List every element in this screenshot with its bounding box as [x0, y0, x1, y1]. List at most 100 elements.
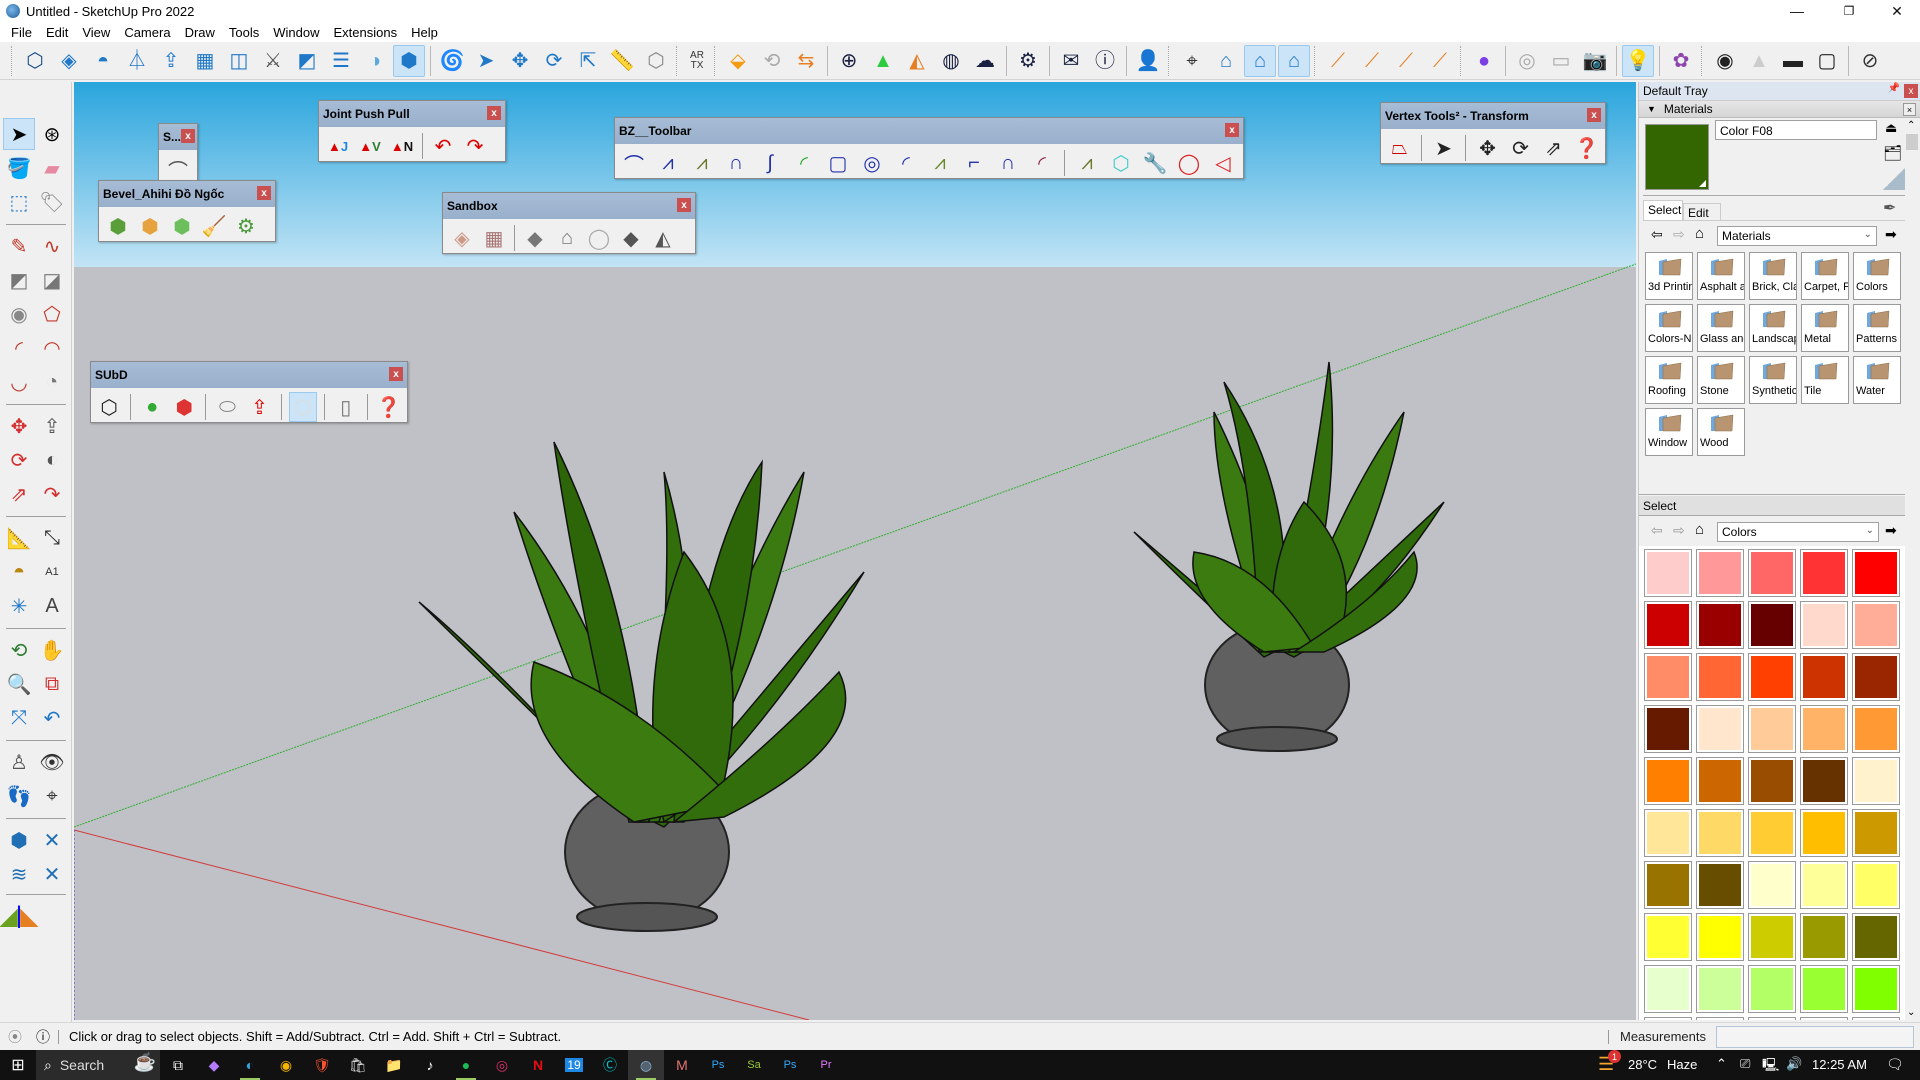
orbit-target-icon[interactable]: ⌖: [1176, 45, 1208, 77]
bevel-settings-cube-icon[interactable]: ⬢: [135, 211, 165, 241]
ruler-icon[interactable]: 📏: [606, 45, 638, 77]
rectangle-icon[interactable]: ◩: [3, 264, 35, 296]
chrome-icon[interactable]: ◉: [268, 1050, 304, 1080]
add-circle-icon[interactable]: ⊕: [833, 45, 865, 77]
subd-smooth-icon[interactable]: ⬡: [288, 392, 317, 422]
viewport-3d[interactable]: S... x ⌒ Bevel_Ahihi Đồ Ngốc x ⬢ ⬢ ⬢ 🧹 ⚙ J…: [74, 82, 1636, 1020]
material-name-input[interactable]: Color F08: [1715, 120, 1877, 140]
color-swatch[interactable]: [1748, 861, 1796, 909]
toolbar-header[interactable]: Vertex Tools² - Transform x: [1381, 103, 1605, 129]
color-swatch[interactable]: [1696, 601, 1744, 649]
walk-footprints-icon[interactable]: 👣: [3, 780, 35, 812]
toolbar-header[interactable]: Bevel_Ahihi Đồ Ngốc x: [99, 181, 275, 207]
zoom-window-icon[interactable]: ⧉: [36, 668, 68, 700]
default-material-icon[interactable]: [1883, 168, 1905, 190]
flip-edge-icon[interactable]: ◭: [648, 223, 678, 253]
color-swatch[interactable]: [1748, 809, 1796, 857]
orbit-select-icon[interactable]: ⊛: [36, 118, 68, 150]
color-swatch[interactable]: [1748, 601, 1796, 649]
tab-select[interactable]: Select: [1643, 200, 1683, 220]
material-folder[interactable]: Colors-Ni: [1645, 304, 1693, 352]
menu-help[interactable]: Help: [404, 25, 445, 40]
polyline-segmentor-icon[interactable]: ⩘: [687, 148, 717, 178]
tray-close-icon[interactable]: x: [1904, 84, 1918, 98]
color-swatch[interactable]: [1852, 705, 1900, 753]
house-blue-icon[interactable]: ⌂: [1244, 44, 1276, 77]
circle-icon[interactable]: ◉: [3, 298, 35, 330]
weather-condition[interactable]: Haze: [1667, 1057, 1697, 1072]
point-light-icon[interactable]: ◉: [1709, 45, 1741, 77]
zoom-extents-icon[interactable]: ⤧: [3, 702, 35, 734]
edge-icon[interactable]: ◐: [232, 1050, 268, 1080]
menu-file[interactable]: File: [4, 25, 39, 40]
extrude-subd-icon[interactable]: ⇪: [245, 392, 273, 422]
library-dropdown[interactable]: Materials ⌄: [1717, 226, 1877, 246]
divider-arc-icon[interactable]: ◜: [1027, 148, 1057, 178]
arc-bz-icon[interactable]: ◜: [891, 148, 921, 178]
color-swatch[interactable]: [1852, 549, 1900, 597]
move-tool-icon[interactable]: ✥: [3, 410, 35, 442]
volume-icon[interactable]: 🔊: [1786, 1056, 1802, 1072]
instagram-icon[interactable]: ◎: [484, 1050, 520, 1080]
collapse-triangle-icon[interactable]: ▼: [1647, 104, 1656, 114]
arc-3pt-icon[interactable]: ◡: [3, 366, 35, 398]
weather-temp[interactable]: 28°C: [1628, 1057, 1657, 1072]
color-swatch[interactable]: [1644, 549, 1692, 597]
color-swatch[interactable]: [1696, 809, 1744, 857]
text-label-icon[interactable]: A1: [36, 556, 68, 588]
color-swatch[interactable]: [1800, 809, 1848, 857]
joint-push-pull-icon[interactable]: ▲ J: [323, 131, 353, 161]
copilot-icon[interactable]: ◆: [196, 1050, 232, 1080]
dome-icon[interactable]: ◓: [87, 45, 119, 77]
from-contours-icon[interactable]: ◈: [447, 223, 477, 253]
brave-icon[interactable]: 🛡: [304, 1050, 340, 1080]
home-icon-2[interactable]: ⌂: [1695, 521, 1704, 538]
windows-start-icon[interactable]: ⊞: [0, 1050, 36, 1080]
color-swatch[interactable]: [1696, 549, 1744, 597]
calendar-19-icon[interactable]: 19: [556, 1050, 592, 1080]
menu-camera[interactable]: Camera: [117, 25, 177, 40]
close-icon[interactable]: x: [677, 198, 691, 212]
home-icon[interactable]: ⌂: [1695, 225, 1704, 242]
cube-grid-icon[interactable]: ◈: [53, 45, 85, 77]
pencil-icon[interactable]: ✎: [3, 230, 35, 262]
tiktok-icon[interactable]: ♪: [412, 1050, 448, 1080]
sketchup-taskbar-icon[interactable]: ◍: [628, 1050, 664, 1080]
clock-time[interactable]: 12:25 AM: [1812, 1057, 1867, 1072]
loft-icon[interactable]: ⏃: [121, 45, 153, 77]
material-folder[interactable]: Synthetic: [1749, 356, 1797, 404]
tree-icon[interactable]: ▲: [867, 45, 899, 77]
menu-draw[interactable]: Draw: [178, 25, 222, 40]
color-swatch[interactable]: [1696, 913, 1744, 961]
smoove-icon[interactable]: ◆: [520, 223, 550, 253]
material-folder[interactable]: Water: [1853, 356, 1901, 404]
toolbar-header[interactable]: Joint Push Pull x: [319, 101, 505, 127]
minimize-button[interactable]: —: [1774, 0, 1820, 22]
menu-tools[interactable]: Tools: [222, 25, 266, 40]
toolbar-header[interactable]: S... x: [159, 124, 197, 150]
vertex-select-icon[interactable]: ⏢: [1385, 133, 1414, 163]
photoshop-icon[interactable]: Ps: [700, 1050, 736, 1080]
back-arrow-icon-2[interactable]: ⇦: [1651, 522, 1663, 539]
notifications-icon[interactable]: 🗨: [1886, 1056, 1904, 1073]
hook-curve-icon[interactable]: ⌐: [959, 148, 989, 178]
tag-icon[interactable]: 🏷: [36, 186, 68, 218]
color-swatch[interactable]: [1644, 1017, 1692, 1020]
color-swatch[interactable]: [1852, 861, 1900, 909]
material-folder[interactable]: Patterns: [1853, 304, 1901, 352]
camera-swap-icon[interactable]: ⇆: [790, 45, 822, 77]
color-swatch[interactable]: [1852, 653, 1900, 701]
material-preview-swatch[interactable]: [1645, 124, 1709, 190]
undo-push-pull-icon[interactable]: ↶: [428, 131, 458, 161]
house-section-icon[interactable]: ⌂: [1210, 45, 1242, 77]
color-swatch[interactable]: [1696, 705, 1744, 753]
canva-icon[interactable]: Ⓒ: [592, 1050, 628, 1080]
spiral-icon[interactable]: 🌀: [436, 45, 468, 77]
broom-cleanup-icon[interactable]: 🧹: [199, 211, 229, 241]
layers-share-icon[interactable]: ≋: [3, 858, 35, 890]
color-swatch[interactable]: [1748, 965, 1796, 1013]
toolbar-header[interactable]: BZ__Toolbar x: [615, 118, 1243, 144]
material-folder[interactable]: Asphalt a: [1697, 252, 1745, 300]
brush-line-icon[interactable]: ⟋: [1356, 45, 1388, 77]
polyline-icon[interactable]: ⩘: [653, 148, 683, 178]
